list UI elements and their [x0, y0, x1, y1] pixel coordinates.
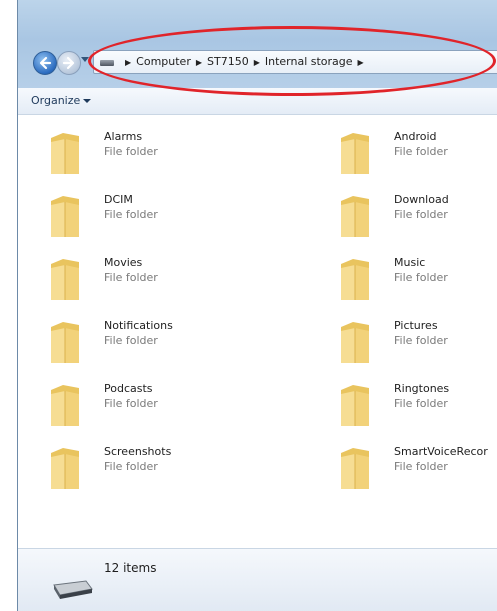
forward-arrow-icon — [62, 56, 75, 70]
folder-icon — [341, 196, 369, 237]
folder-icon — [341, 448, 369, 489]
details-pane: 12 items — [18, 548, 497, 611]
folder-item[interactable]: Screenshots File folder — [49, 445, 269, 495]
drive-icon — [53, 580, 93, 599]
back-button[interactable] — [33, 51, 57, 75]
folder-type: File folder — [104, 397, 158, 410]
folder-name: SmartVoiceRecor — [394, 445, 488, 458]
folder-icon — [51, 322, 79, 363]
folder-type: File folder — [394, 145, 448, 158]
folder-name: DCIM — [104, 193, 133, 206]
file-list: Alarms File folder Android File folder DCIM F… — [18, 115, 497, 508]
folder-item[interactable]: Notifications File folder — [49, 319, 269, 369]
folder-icon — [341, 133, 369, 174]
folder-icon — [51, 385, 79, 426]
folder-type: File folder — [394, 271, 448, 284]
folder-item[interactable]: Music File folder — [339, 256, 497, 306]
folder-item[interactable]: Ringtones File folder — [339, 382, 497, 432]
folder-name: Alarms — [104, 130, 143, 143]
folder-item[interactable]: Android File folder — [339, 130, 497, 180]
folder-type: File folder — [104, 271, 158, 284]
folder-item[interactable]: DCIM File folder — [49, 193, 269, 243]
folder-type: File folder — [394, 397, 448, 410]
folder-item[interactable]: Download File folder — [339, 193, 497, 243]
breadcrumb-separator-icon[interactable]: ▶ — [254, 58, 260, 67]
folder-name: Notifications — [104, 319, 173, 332]
folder-name: Ringtones — [394, 382, 450, 395]
breadcrumb-separator-icon[interactable]: ▶ — [125, 58, 131, 67]
folder-type: File folder — [104, 460, 158, 473]
folder-icon — [51, 448, 79, 489]
folder-name: Screenshots — [104, 445, 172, 458]
folder-item[interactable]: Podcasts File folder — [49, 382, 269, 432]
folder-type: File folder — [104, 334, 158, 347]
folder-type: File folder — [394, 334, 448, 347]
folder-item[interactable]: Alarms File folder — [49, 130, 269, 180]
back-arrow-icon — [39, 56, 52, 70]
folder-icon — [341, 259, 369, 300]
folder-name: Pictures — [394, 319, 438, 332]
breadcrumb-item[interactable]: ST7150 — [207, 55, 249, 68]
folder-icon — [51, 259, 79, 300]
folder-item[interactable]: Pictures File folder — [339, 319, 497, 369]
folder-name: Android — [394, 130, 437, 143]
chevron-down-icon — [83, 99, 92, 103]
folder-type: File folder — [394, 208, 448, 221]
organize-button[interactable]: Organize — [31, 94, 92, 107]
explorer-window: ▶ Computer ▶ ST7150 ▶ Internal storage ▶ Organ… — [17, 0, 497, 611]
breadcrumb-separator-icon[interactable]: ▶ — [358, 58, 364, 67]
navigation-bar: ▶ Computer ▶ ST7150 ▶ Internal storage ▶ — [18, 0, 497, 88]
folder-type: File folder — [394, 460, 448, 473]
forward-button[interactable] — [57, 51, 81, 75]
folder-item[interactable]: SmartVoiceRecor File folder — [339, 445, 497, 495]
folder-item[interactable]: Movies File folder — [49, 256, 269, 306]
breadcrumb-item[interactable]: Internal storage — [265, 55, 353, 68]
folder-icon — [51, 196, 79, 237]
folder-type: File folder — [104, 145, 158, 158]
history-dropdown-icon[interactable] — [81, 57, 89, 62]
folder-icon — [51, 133, 79, 174]
folder-name: Music — [394, 256, 426, 269]
breadcrumb-item[interactable]: Computer — [136, 55, 191, 68]
drive-icon — [100, 60, 114, 66]
organize-label: Organize — [31, 94, 81, 107]
breadcrumb: ▶ Computer ▶ ST7150 ▶ Internal storage ▶ — [120, 54, 369, 71]
address-bar[interactable]: ▶ Computer ▶ ST7150 ▶ Internal storage ▶ — [93, 50, 497, 74]
item-count: 12 items — [104, 561, 157, 575]
folder-icon — [341, 322, 369, 363]
folder-name: Podcasts — [104, 382, 153, 395]
folder-type: File folder — [104, 208, 158, 221]
folder-icon — [341, 385, 369, 426]
folder-name: Movies — [104, 256, 143, 269]
folder-name: Download — [394, 193, 449, 206]
breadcrumb-separator-icon[interactable]: ▶ — [196, 58, 202, 67]
command-bar: Organize — [18, 88, 497, 115]
